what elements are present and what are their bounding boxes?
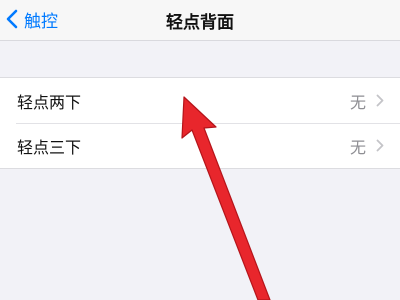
row-value: 无 (349, 137, 366, 157)
settings-row-double-tap[interactable]: 轻点两下 无 (0, 78, 400, 123)
navigation-bar: 触控 轻点背面 (0, 0, 400, 41)
row-label: 轻点两下 (17, 92, 82, 112)
page-title: 轻点背面 (166, 13, 234, 33)
chevron-right-icon (376, 94, 384, 107)
row-value: 无 (349, 92, 366, 112)
settings-row-triple-tap[interactable]: 轻点三下 无 (0, 123, 400, 168)
chevron-right-icon (376, 139, 384, 152)
row-label: 轻点三下 (17, 137, 82, 157)
settings-group: 轻点两下 无 轻点三下 无 (0, 77, 400, 169)
